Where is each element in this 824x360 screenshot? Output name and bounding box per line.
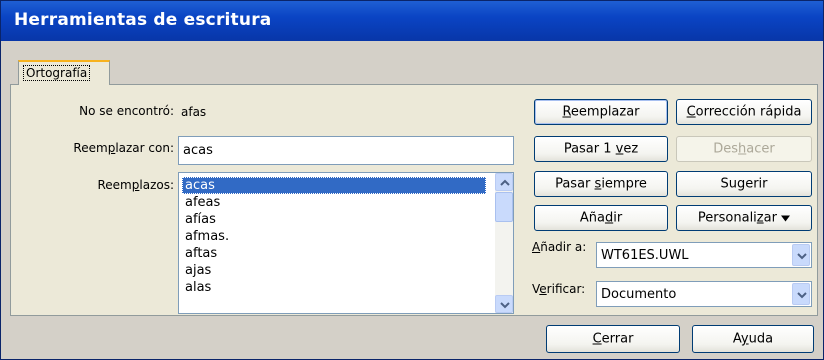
quick-fix-button[interactable]: Corrección rápida (676, 99, 812, 125)
tab-spelling-label: Ortografía (23, 65, 91, 81)
chevron-down-icon (500, 302, 510, 309)
tab-spelling[interactable]: Ortografía (18, 60, 110, 85)
replace-with-label: Reemplazar con: (73, 141, 174, 155)
not-found-label: No se encontró: (79, 104, 174, 118)
replace-with-value: acas (183, 143, 213, 158)
replacement-item[interactable]: afías (182, 211, 486, 228)
not-found-field: afas (178, 99, 518, 125)
triangle-down-icon (781, 215, 791, 221)
verify-dropdown-button[interactable] (792, 283, 810, 305)
scroll-down-button[interactable] (495, 295, 513, 313)
replace-button[interactable]: Reemplazar (534, 99, 668, 125)
tab-strip (1, 41, 823, 65)
replacement-item[interactable]: afeas (182, 194, 486, 211)
verify-dropdown[interactable]: Documento (596, 281, 812, 307)
scroll-up-button[interactable] (495, 173, 513, 191)
replace-with-input[interactable]: acas (178, 136, 514, 165)
replacement-item[interactable]: alas (182, 279, 486, 296)
add-to-dropdown-button[interactable] (792, 244, 810, 266)
verify-label: Verificar: (532, 282, 586, 296)
verify-value: Documento (601, 287, 677, 302)
replacement-item[interactable]: acas (182, 177, 486, 194)
help-button[interactable]: Ayuda (692, 325, 814, 353)
add-button[interactable]: Añadir (534, 205, 668, 231)
chevron-down-icon (797, 292, 807, 299)
customize-button[interactable]: Personalizar (676, 205, 812, 231)
add-to-label: Añadir a: (532, 240, 587, 254)
add-to-dropdown[interactable]: WT61ES.UWL (596, 242, 812, 268)
not-found-value: afas (181, 105, 207, 119)
replacement-item[interactable]: afmas. (182, 228, 486, 245)
undo-button[interactable]: Deshacer (676, 136, 812, 162)
skip-once-button[interactable]: Pasar 1 vez (534, 136, 668, 162)
skip-always-button[interactable]: Pasar siempre (534, 171, 668, 197)
suggest-button[interactable]: Sugerir (676, 171, 812, 197)
chevron-up-icon (500, 179, 510, 186)
window-title: Herramientas de escritura (14, 10, 272, 30)
title-bar[interactable]: Herramientas de escritura (1, 1, 823, 41)
chevron-down-icon (797, 253, 807, 260)
replacement-item[interactable]: ajas (182, 262, 486, 279)
add-to-value: WT61ES.UWL (601, 248, 689, 263)
replacements-label: Reemplazos: (97, 178, 174, 192)
replacements-list[interactable]: acas afeas afías afmas. aftas ajas alas (178, 172, 514, 314)
close-button[interactable]: Cerrar (546, 325, 680, 353)
scroll-thumb[interactable] (495, 192, 513, 222)
replacements-scrollbar[interactable] (495, 173, 513, 313)
replacement-item[interactable]: aftas (182, 245, 486, 262)
